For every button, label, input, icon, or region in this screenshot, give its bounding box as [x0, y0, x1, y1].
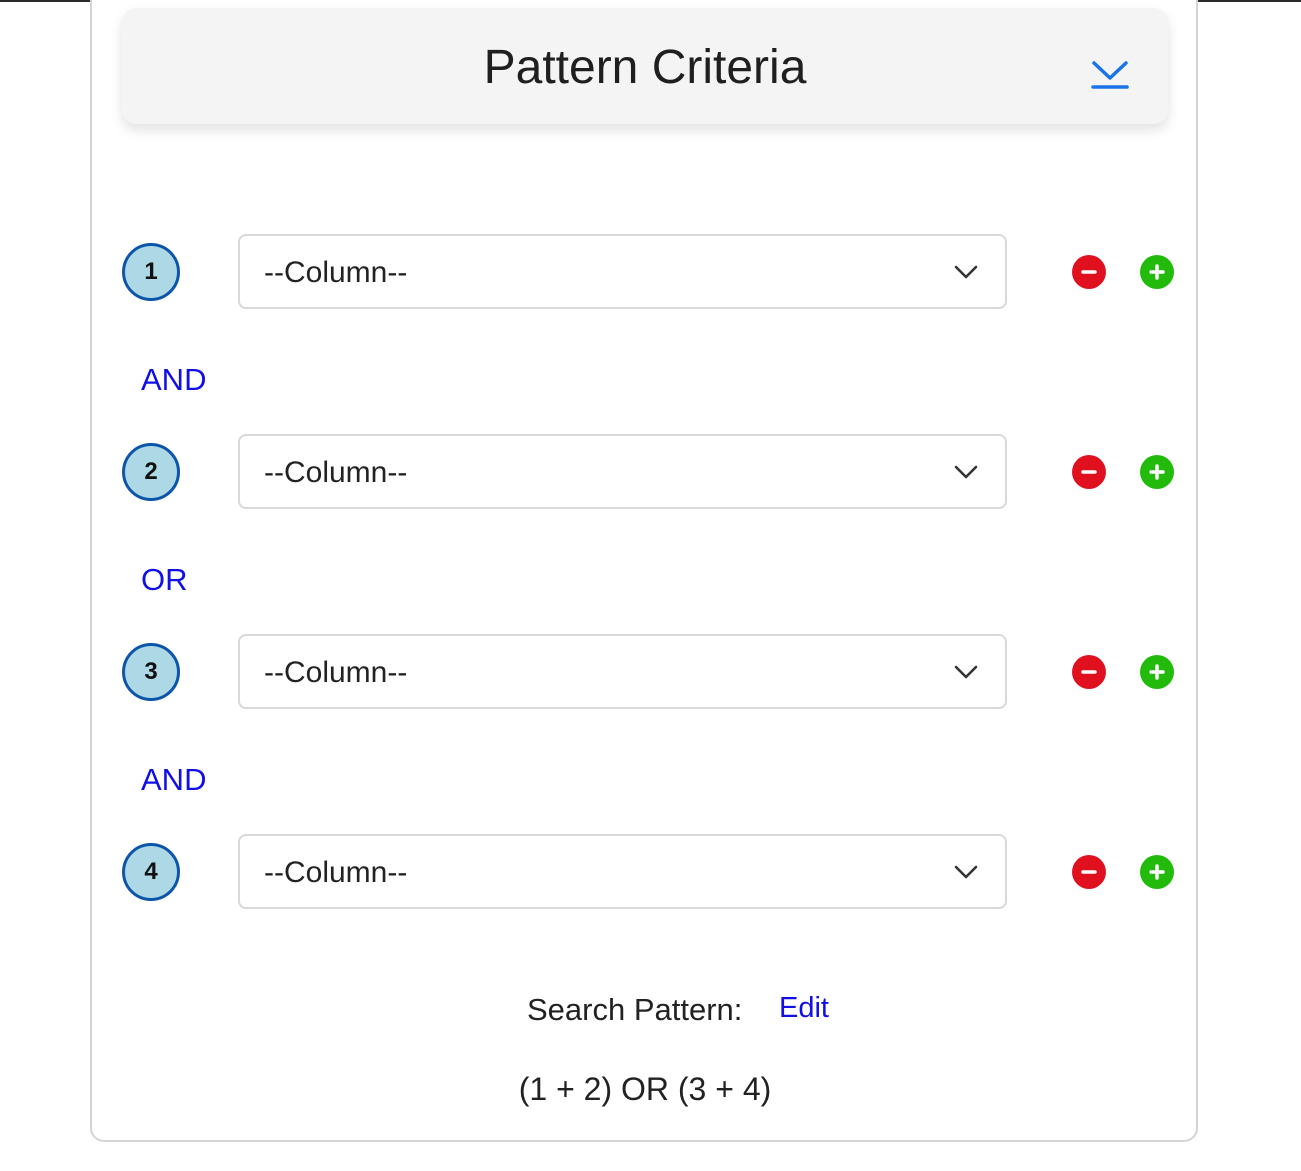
remove-criterion-button[interactable]: [1072, 855, 1106, 889]
chevron-down-underline-icon: [1091, 61, 1129, 89]
chevron-down-icon: [954, 665, 978, 679]
column-select[interactable]: --Column--: [238, 634, 1007, 709]
edit-pattern-link[interactable]: Edit: [779, 992, 829, 1025]
add-criterion-button[interactable]: [1140, 855, 1174, 889]
add-criterion-button[interactable]: [1140, 655, 1174, 689]
search-pattern-label: Search Pattern:: [527, 992, 743, 1027]
remove-criterion-button[interactable]: [1072, 655, 1106, 689]
minus-icon: [1081, 270, 1097, 274]
minus-icon: [1081, 470, 1097, 474]
criterion-row-1: 1 --Column--: [0, 234, 1301, 314]
plus-icon: [1149, 864, 1165, 880]
page-title: Pattern Criteria: [483, 41, 807, 94]
column-select-value: --Column--: [264, 856, 408, 889]
plus-icon: [1149, 264, 1165, 280]
chevron-down-icon: [954, 865, 978, 879]
criterion-number-badge: 2: [122, 443, 180, 501]
chevron-down-icon: [954, 465, 978, 479]
criterion-number-badge: 1: [122, 243, 180, 301]
collapse-toggle-button[interactable]: [1090, 54, 1130, 94]
criterion-row-4: 4 --Column--: [0, 834, 1301, 914]
column-select-value: --Column--: [264, 456, 408, 489]
panel-header: Pattern Criteria: [122, 8, 1168, 124]
column-select-value: --Column--: [264, 656, 408, 689]
criterion-number-badge: 3: [122, 643, 180, 701]
remove-criterion-button[interactable]: [1072, 455, 1106, 489]
criterion-row-2: 2 --Column--: [0, 434, 1301, 514]
criterion-row-3: 3 --Column--: [0, 634, 1301, 714]
logic-connector[interactable]: AND: [141, 762, 206, 798]
logic-connector[interactable]: OR: [141, 562, 188, 598]
column-select[interactable]: --Column--: [238, 434, 1007, 509]
minus-icon: [1081, 870, 1097, 874]
plus-icon: [1149, 464, 1165, 480]
add-criterion-button[interactable]: [1140, 255, 1174, 289]
add-criterion-button[interactable]: [1140, 455, 1174, 489]
column-select[interactable]: --Column--: [238, 834, 1007, 909]
minus-icon: [1081, 670, 1097, 674]
chevron-down-icon: [954, 265, 978, 279]
pattern-criteria-panel: [90, 0, 1198, 1142]
criterion-number-badge: 4: [122, 843, 180, 901]
logic-connector[interactable]: AND: [141, 362, 206, 398]
plus-icon: [1149, 664, 1165, 680]
column-select-value: --Column--: [264, 256, 408, 289]
column-select[interactable]: --Column--: [238, 234, 1007, 309]
remove-criterion-button[interactable]: [1072, 255, 1106, 289]
search-pattern-value: (1 + 2) OR (3 + 4): [518, 1071, 772, 1107]
